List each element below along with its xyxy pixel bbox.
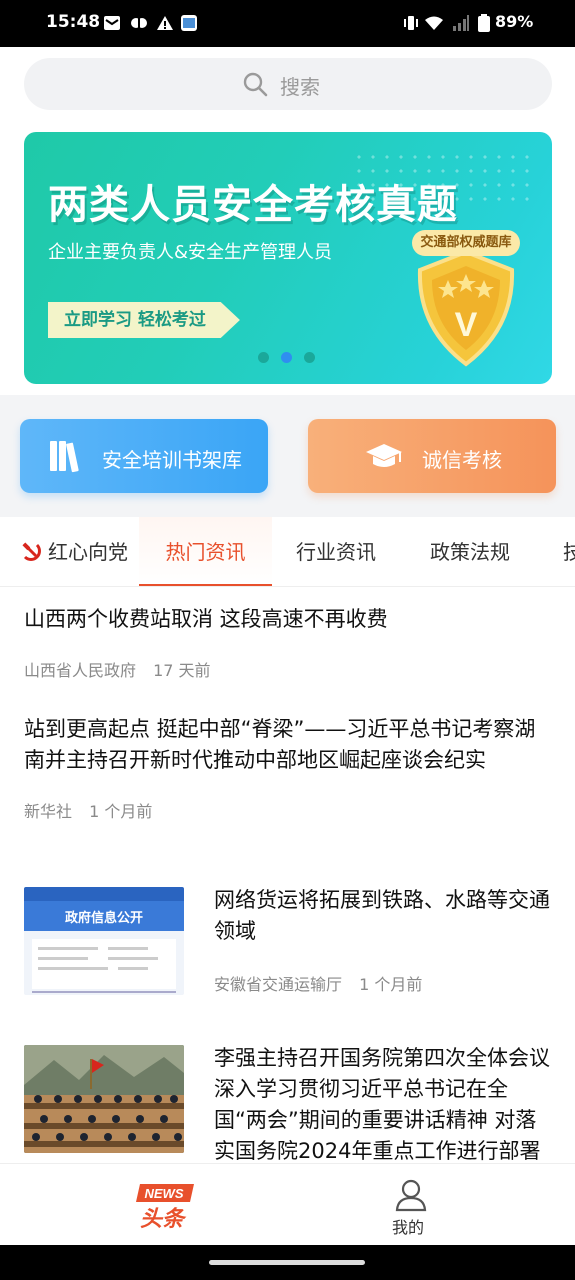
battery-level: 89%	[495, 12, 534, 31]
tab-label: 红心向党	[48, 540, 128, 564]
tab-label: 技	[563, 540, 575, 564]
tab-label: 行业资讯	[296, 540, 376, 564]
warning-icon	[157, 16, 173, 30]
banner-dot[interactable]	[258, 352, 269, 363]
status-bar: 15:48 89%	[0, 0, 575, 47]
banner-dot-active[interactable]	[281, 352, 292, 363]
news-title: 李强主持召开国务院第四次全体会议 深入学习贯彻习近平总书记在全国“两会”期间的重…	[214, 1046, 550, 1163]
shield-letter: V	[455, 306, 478, 344]
tab-label: 政策法规	[430, 540, 510, 564]
promo-banner[interactable]: 两类人员安全考核真题 企业主要负责人&安全生产管理人员 立即学习 轻松考过 交通…	[24, 132, 552, 384]
profile-icon[interactable]	[392, 1178, 430, 1212]
banner-dot[interactable]	[304, 352, 315, 363]
news-source: 新华社	[24, 802, 73, 821]
banner-subtitle: 企业主要负责人&安全生产管理人员	[48, 242, 333, 263]
tab-me-label[interactable]: 我的	[392, 1214, 424, 1238]
tab-red-heart[interactable]: 红心向党	[22, 517, 128, 586]
tab-hot-news[interactable]: 热门资讯	[139, 517, 272, 586]
news-item[interactable]: 网络货运将拓展到铁路、水路等交通领域 安徽省交通运输厅 1 个月前	[214, 885, 554, 995]
tab-label: 热门资讯	[165, 540, 246, 564]
shield-badge-icon: V	[417, 249, 515, 367]
news-time: 1 个月前	[359, 975, 423, 994]
news-thumbnail[interactable]: 政府信息公开	[24, 887, 184, 995]
news-item[interactable]: 李强主持召开国务院第四次全体会议 深入学习贯彻习近平总书记在全国“两会”期间的重…	[214, 1043, 554, 1163]
news-time: 17 天前	[153, 661, 211, 680]
news-logo-bottom: 头条	[140, 1207, 187, 1232]
graduation-cap-icon	[366, 444, 402, 467]
news-meta: 山西省人民政府 17 天前	[24, 657, 554, 681]
search-icon	[243, 72, 268, 97]
mail-notification-icon	[104, 16, 120, 30]
tab-more[interactable]: 技	[563, 517, 575, 586]
safety-training-library-label: 安全培训书架库	[102, 448, 242, 472]
news-item[interactable]: 站到更高起点 挺起中部“脊梁”——习近平总书记考察湖南并主持召开新时代推动中部地…	[24, 714, 554, 822]
news-headlines-tab-icon[interactable]: NEWS 头条	[136, 1182, 196, 1232]
category-tabs: 红心向党 热门资讯 行业资讯 政策法规 技	[0, 517, 575, 587]
news-logo-top: NEWS	[145, 1186, 184, 1201]
app-notification-icon	[131, 18, 147, 28]
news-meta: 新华社 1 个月前	[24, 798, 554, 822]
banner-pagination	[258, 352, 315, 363]
banner-title: 两类人员安全考核真题	[48, 182, 458, 228]
wifi-icon	[425, 16, 443, 30]
battery-icon	[478, 14, 490, 32]
banner-cta-button[interactable]: 立即学习 轻松考过	[48, 302, 240, 338]
system-navigation-bar	[0, 1245, 575, 1280]
search-placeholder: 搜索	[280, 75, 320, 99]
news-source: 山西省人民政府	[24, 661, 137, 680]
safety-training-library-button[interactable]: 安全培训书架库	[20, 419, 268, 493]
news-thumbnail[interactable]	[24, 1045, 184, 1153]
banner-tag: 交通部权威题库	[412, 230, 520, 256]
thumb-caption: 政府信息公开	[65, 910, 143, 926]
bottom-navigation: NEWS 头条 我的	[0, 1163, 575, 1245]
signal-icon	[453, 15, 469, 31]
books-icon	[50, 441, 79, 473]
hammer-sickle-icon	[22, 542, 41, 561]
news-title: 山西两个收费站取消 这段高速不再收费	[24, 607, 388, 631]
app-badge-icon	[181, 15, 197, 31]
vibrate-icon	[404, 16, 418, 30]
news-meta: 安徽省交通运输厅 1 个月前	[214, 971, 554, 995]
news-title: 网络货运将拓展到铁路、水路等交通领域	[214, 888, 550, 943]
home-gesture-handle[interactable]	[209, 1260, 365, 1265]
status-time: 15:48	[46, 12, 101, 32]
search-bar[interactable]: 搜索	[24, 58, 552, 110]
news-title: 站到更高起点 挺起中部“脊梁”——习近平总书记考察湖南并主持召开新时代推动中部地…	[24, 717, 536, 772]
gov-info-thumbnail-image: 政府信息公开	[24, 887, 184, 993]
news-item[interactable]: 山西两个收费站取消 这段高速不再收费 山西省人民政府 17 天前	[24, 604, 554, 681]
tab-industry-news[interactable]: 行业资讯	[296, 517, 376, 586]
integrity-assessment-label: 诚信考核	[422, 448, 502, 472]
news-time: 1 个月前	[89, 802, 153, 821]
news-source: 安徽省交通运输厅	[214, 975, 343, 994]
integrity-assessment-button[interactable]: 诚信考核	[308, 419, 556, 493]
tab-policy-regulations[interactable]: 政策法规	[430, 517, 510, 586]
meeting-photo-image	[24, 1045, 184, 1153]
